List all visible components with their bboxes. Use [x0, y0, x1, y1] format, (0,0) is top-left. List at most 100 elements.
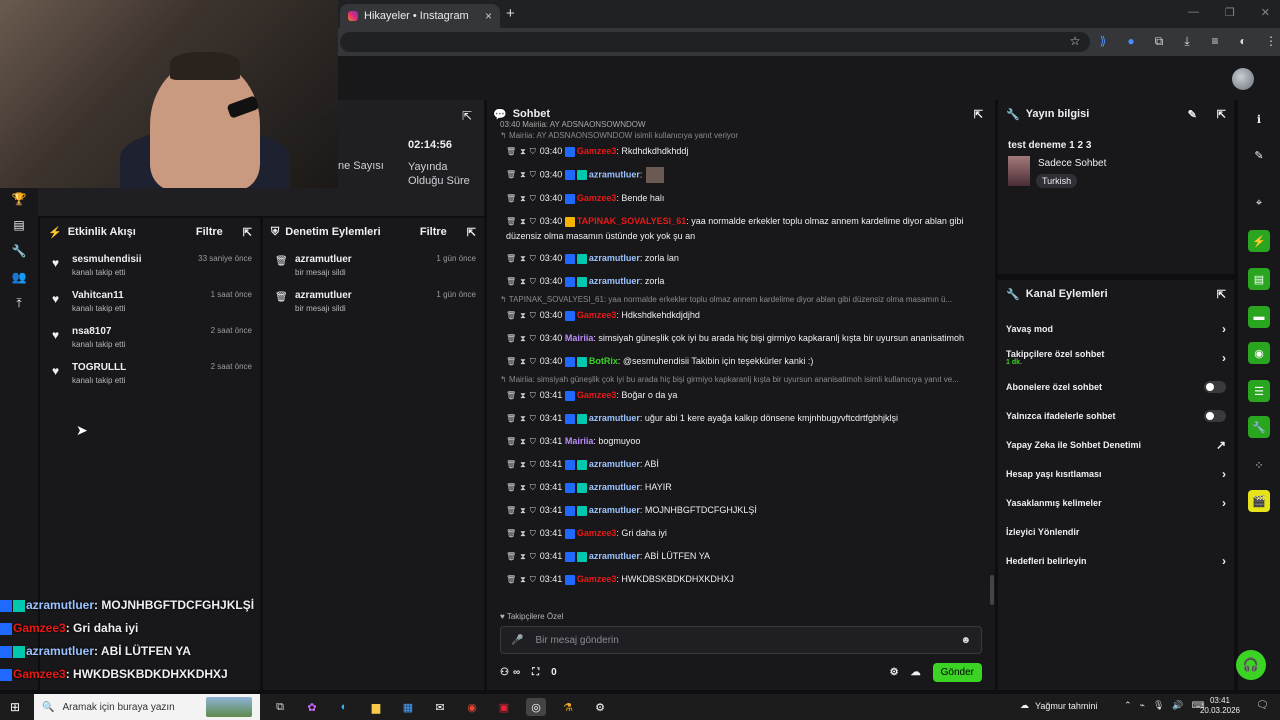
shield-icon[interactable]: ⛉ [530, 483, 536, 492]
timeout-icon[interactable]: ⧗ [520, 552, 526, 561]
timeout-icon[interactable]: ⧗ [520, 575, 526, 584]
avatar[interactable] [1232, 68, 1254, 90]
close-window-button[interactable]: ✕ [1261, 6, 1270, 19]
browser-tab[interactable]: Hikayeler • Instagram × [340, 4, 500, 28]
timeout-icon[interactable]: ⧗ [520, 529, 526, 538]
activity-item[interactable]: ♥ nsa8107 kanalı takip etti 2 saat önce [40, 318, 260, 354]
chat-message[interactable]: 🗑 ⧗ ⛉ 03:41 azramutluer: MOJNHBGFTDCFGHJKLŞ… [500, 503, 980, 518]
trash-icon[interactable]: 🗑 [506, 575, 516, 584]
download-icon[interactable]: ⤓ [1180, 34, 1194, 49]
timeout-icon[interactable]: ⧗ [520, 437, 526, 446]
timeout-icon[interactable]: ⧗ [520, 357, 526, 366]
support-icon[interactable]: 🎧 [1236, 650, 1266, 680]
expand-icon[interactable]: ⇱ [467, 226, 476, 239]
moderation-item[interactable]: 🗑 azramutluer bir mesajı sildi 1 gün önce [263, 282, 484, 318]
red-app-icon[interactable]: ▣ [494, 698, 514, 716]
chat-icon[interactable]: ▬ [1248, 306, 1270, 328]
timeout-icon[interactable]: ⧗ [520, 170, 526, 179]
channel-action-item[interactable]: Yavaş mod › [998, 314, 1234, 343]
shield-icon[interactable]: ⛉ [530, 147, 536, 156]
chat-username[interactable]: azramutluer [589, 169, 640, 179]
chat-message[interactable]: 🗑 ⧗ ⛉ 03:41 azramutluer: HAYIR [500, 480, 980, 495]
pen-icon[interactable]: ✎ [1248, 144, 1270, 166]
chat-message[interactable]: 🗑 ⧗ ⛉ 03:41 Gamzee3: Gri daha iyi [500, 526, 980, 541]
toggle-switch[interactable] [1204, 409, 1226, 422]
trash-icon[interactable]: 🗑 [506, 170, 516, 179]
timeout-icon[interactable]: ⧗ [520, 483, 526, 492]
channel-action-item[interactable]: Yapay Zeka ile Sohbet Denetimi ↗ [998, 430, 1234, 459]
chat-message[interactable]: 🗑 ⧗ ⛉ 03:40 Gamzee3: Hdkshdkehdkdjdjhd [500, 308, 980, 323]
edit-icon[interactable]: ✎ [1188, 108, 1197, 121]
clock[interactable]: 03:41 20.03.2026 [1198, 696, 1242, 716]
trash-icon[interactable]: 🗑 [506, 334, 516, 343]
chevron-right-icon[interactable]: › [1222, 496, 1226, 510]
chat-message[interactable]: 🗑 ⧗ ⛉ 03:41 Gamzee3: HWKDBSKBDKDHXKDHXJ [500, 572, 980, 587]
shield-icon[interactable]: ⛉ [530, 277, 536, 286]
emoji-icon[interactable]: ☻ [960, 635, 971, 646]
edge-icon[interactable]: ◐ [334, 698, 354, 716]
mic-icon[interactable]: 🎤 [511, 635, 523, 646]
shield-icon[interactable]: ⛉ [530, 391, 536, 400]
timeout-icon[interactable]: ⧗ [520, 194, 526, 203]
upload-icon[interactable]: ⤒ [16, 296, 21, 311]
channel-action-item[interactable]: İzleyici Yönlendir [998, 517, 1234, 546]
shield-icon[interactable]: ⛉ [530, 552, 536, 561]
bot-icon[interactable]: ☁ [911, 667, 921, 678]
chat-message[interactable]: 🗑 ⧗ ⛉ 03:40 azramutluer: zorla [500, 274, 980, 289]
channel-action-item[interactable]: Yalnızca ifadelerle sohbet [998, 401, 1234, 430]
shield-icon[interactable]: ⛉ [530, 334, 536, 343]
trash-icon[interactable]: 🗑 [506, 147, 516, 156]
trash-icon[interactable]: 🗑 [506, 460, 516, 469]
trash-icon[interactable]: 🗑 [506, 357, 516, 366]
expand-icon[interactable]: ⇱ [462, 109, 472, 123]
shield-icon[interactable]: ⛉ [530, 414, 536, 423]
chrome-icon[interactable]: ◉ [462, 698, 482, 716]
activity-item[interactable]: ♥ TOGRULLL kanalı takip etti 2 saat önce [40, 354, 260, 390]
folder-icon[interactable]: ▆ [366, 698, 386, 716]
activity-username[interactable]: nsa8107 [72, 326, 201, 337]
trash-icon[interactable]: 🗑 [506, 311, 516, 320]
store-icon[interactable]: ▦ [398, 698, 418, 716]
shield-icon[interactable]: ⛉ [530, 254, 536, 263]
bolt-icon[interactable]: ⚡ [1248, 230, 1270, 252]
activity-username[interactable]: Vahitcan11 [72, 290, 201, 301]
moderation-item[interactable]: 🗑 azramutluer bir mesajı sildi 1 gün önce [263, 246, 484, 282]
chat-message[interactable]: 🗑 ⧗ ⛉ 03:41 azramutluer: uğur abi 1 kere ay… [500, 411, 980, 426]
activity-username[interactable]: TOGRULLL [72, 362, 201, 373]
chat-message[interactable]: 🗑 ⧗ ⛉ 03:40 azramutluer: zorla lan [500, 251, 980, 266]
shield-icon[interactable]: ⛉ [530, 311, 536, 320]
trash-icon[interactable]: 🗑 [506, 506, 516, 515]
windows-start-icon[interactable]: ⊞ [10, 700, 20, 714]
trophy-icon[interactable]: 🏆 [12, 192, 27, 206]
activity-item[interactable]: ♥ Vahitcan11 kanalı takip etti 1 saat önce [40, 282, 260, 318]
chat-scrollbar[interactable] [990, 575, 994, 605]
expand-icon[interactable]: ⇱ [974, 108, 983, 121]
chat-message[interactable]: 🗑 ⧗ ⛉ 03:41 azramutluer: ABİ [500, 457, 980, 472]
trash-icon[interactable]: 🗑 [506, 414, 516, 423]
chat-username[interactable]: Gamzee3 [577, 574, 617, 584]
weather-widget[interactable]: ☁ Yağmur tahmini [1020, 700, 1097, 711]
channel-action-item[interactable]: Hesap yaşı kısıtlaması › [998, 459, 1234, 488]
chat-message[interactable]: 🗑 ⧗ ⛉ 03:41 azramutluer: ABİ LÜTFEN YA [500, 549, 980, 564]
focus-icon[interactable]: ⌖ [1248, 192, 1270, 214]
chat-username[interactable]: TAPINAK_SOVALYESI_61 [577, 216, 686, 226]
shield-icon[interactable]: ⛉ [530, 170, 536, 179]
shield-icon[interactable]: ⛉ [530, 217, 536, 226]
video-icon[interactable]: ▤ [13, 218, 24, 232]
mail-icon[interactable]: ✉ [430, 698, 450, 716]
trash-icon[interactable]: 🗑 [506, 217, 516, 226]
timeout-icon[interactable]: ⧗ [520, 460, 526, 469]
timeout-icon[interactable]: ⧗ [520, 311, 526, 320]
filter-button[interactable]: Filtre [196, 226, 223, 238]
wrench-icon[interactable]: 🔧 [1248, 416, 1270, 438]
shield-icon[interactable]: ⛉ [530, 460, 536, 469]
document-icon[interactable]: ▤ [1248, 268, 1270, 290]
notifications-icon[interactable]: 🗨 [1256, 700, 1269, 711]
gear-icon[interactable]: ⚙ [890, 667, 899, 678]
activity-username[interactable]: sesmuhendisii [72, 254, 188, 265]
timeout-icon[interactable]: ⧗ [520, 414, 526, 423]
expand-icon[interactable]: ⇱ [1217, 288, 1226, 301]
chat-message[interactable]: 🗑 ⧗ ⛉ 03:41 Gamzee3: Boğar o da ya [500, 388, 980, 403]
wrench-icon[interactable]: 🔧 [12, 244, 27, 258]
shield-icon[interactable]: ⛉ [530, 529, 536, 538]
